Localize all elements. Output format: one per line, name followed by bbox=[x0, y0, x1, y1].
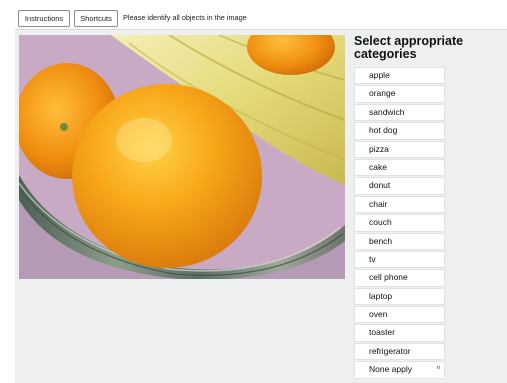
category-option-hot-dog[interactable]: hot dog bbox=[354, 122, 445, 140]
category-label: hot dog bbox=[369, 125, 398, 136]
category-option-cell-phone[interactable]: cell phone bbox=[354, 269, 445, 287]
category-option-orange[interactable]: orange bbox=[354, 85, 445, 103]
category-label: donut bbox=[369, 180, 391, 191]
category-label: chair bbox=[369, 198, 388, 209]
category-option-refrigerator[interactable]: refrigerator bbox=[354, 342, 445, 361]
category-label: cell phone bbox=[369, 272, 408, 283]
category-option-donut[interactable]: donut bbox=[354, 177, 445, 195]
shortcuts-button[interactable]: Shortcuts bbox=[74, 10, 118, 27]
category-option-sandwich[interactable]: sandwich bbox=[354, 103, 445, 122]
hotkey-hint: n bbox=[436, 365, 440, 372]
category-label: laptop bbox=[369, 290, 393, 301]
category-option-couch[interactable]: couch bbox=[354, 214, 445, 232]
category-label: sandwich bbox=[369, 106, 405, 117]
category-label: apple bbox=[369, 70, 390, 80]
task-image[interactable] bbox=[19, 35, 345, 279]
category-option-none-apply[interactable]: None apply n bbox=[354, 361, 445, 379]
page: Instructions Shortcuts Please identify a… bbox=[0, 0, 507, 383]
category-label: pizza bbox=[369, 143, 389, 154]
category-label: refrigerator bbox=[369, 345, 411, 356]
category-option-chair[interactable]: chair bbox=[354, 195, 445, 214]
category-option-oven[interactable]: oven bbox=[354, 306, 445, 324]
category-list: apple orange sandwich hot dog pizza cake… bbox=[354, 67, 445, 380]
toolbar: Instructions Shortcuts Please identify a… bbox=[0, 0, 507, 29]
task-prompt: Please identify all objects in the image bbox=[123, 13, 247, 22]
category-label: tv bbox=[369, 253, 376, 264]
category-label: orange bbox=[369, 88, 396, 99]
category-label: bench bbox=[369, 235, 393, 246]
category-option-apple[interactable]: apple bbox=[354, 67, 445, 85]
categories-heading: Select appropriate categories bbox=[354, 34, 464, 61]
instructions-button[interactable]: Instructions bbox=[18, 10, 70, 27]
category-label: None apply bbox=[369, 364, 413, 375]
category-label: cake bbox=[369, 161, 387, 172]
category-option-toaster[interactable]: toaster bbox=[354, 324, 445, 342]
category-label: couch bbox=[369, 217, 392, 228]
category-option-bench[interactable]: bench bbox=[354, 232, 445, 250]
category-option-tv[interactable]: tv bbox=[354, 250, 445, 269]
category-option-pizza[interactable]: pizza bbox=[354, 140, 445, 158]
category-label: toaster bbox=[369, 327, 395, 338]
category-option-laptop[interactable]: laptop bbox=[354, 287, 445, 306]
category-label: oven bbox=[369, 309, 388, 320]
annotation-workarea: Select appropriate categories apple oran… bbox=[15, 29, 507, 383]
category-option-cake[interactable]: cake bbox=[354, 158, 445, 177]
